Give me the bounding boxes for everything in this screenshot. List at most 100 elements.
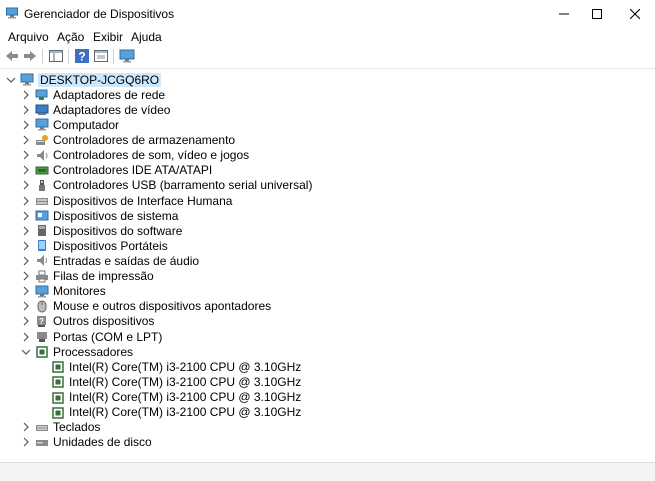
tree-category-label: Computador	[53, 117, 120, 132]
chevron-right-icon[interactable]	[21, 150, 31, 160]
forward-icon[interactable]	[22, 48, 38, 64]
tree-device[interactable]: Intel(R) Core(TM) i3-2100 CPU @ 3.10GHz	[51, 405, 301, 420]
tree-category[interactable]: Controladores de som, vídeo e jogos	[21, 148, 249, 163]
tree-category[interactable]: Teclados	[21, 420, 100, 435]
tree-category-label: Adaptadores de rede	[53, 87, 166, 102]
tree-category-label: Controladores de som, vídeo e jogos	[53, 148, 250, 163]
tree-category[interactable]: Entradas e saídas de áudio	[21, 253, 199, 268]
tree-category[interactable]: Filas de impressão	[21, 269, 154, 284]
tree-device-label: Intel(R) Core(TM) i3-2100 CPU @ 3.10GHz	[69, 390, 302, 404]
tree-category[interactable]: Computador	[21, 117, 119, 132]
tree-category[interactable]: Controladores IDE ATA/ATAPI	[21, 163, 212, 178]
tree-category[interactable]: Dispositivos Portáteis	[21, 238, 168, 253]
tree-category[interactable]: Adaptadores de vídeo	[21, 102, 170, 117]
chevron-right-icon[interactable]	[21, 241, 31, 251]
tree-category-label: Mouse e outros dispositivos apontadores	[53, 299, 272, 314]
chevron-right-icon[interactable]	[21, 286, 31, 296]
properties-pane-icon[interactable]	[48, 48, 64, 64]
menu-acao[interactable]: Ação	[57, 30, 84, 44]
svg-text:?: ?	[78, 50, 85, 64]
chevron-right-icon[interactable]	[21, 120, 31, 130]
view-details-icon[interactable]	[93, 48, 109, 64]
tree-category[interactable]: Adaptadores de rede	[21, 87, 165, 102]
unknown-device-icon: ?	[37, 315, 46, 327]
device-tree: DESKTOP-JCGQ6RO Adaptadores de rede Adapt…	[0, 70, 655, 460]
disk-drive-icon	[36, 439, 48, 446]
tree-category[interactable]: ? Outros dispositivos	[21, 314, 154, 329]
tree-root[interactable]: DESKTOP-JCGQ6RO	[6, 72, 162, 87]
minimize-button[interactable]	[547, 0, 581, 28]
tree-category[interactable]: Dispositivos de sistema	[21, 208, 178, 223]
menu-exibir[interactable]: Exibir	[93, 30, 123, 44]
chevron-right-icon[interactable]	[21, 422, 31, 432]
tree-device[interactable]: Intel(R) Core(TM) i3-2100 CPU @ 3.10GHz	[51, 390, 301, 405]
software-device-icon	[38, 225, 46, 237]
tree-category[interactable]: Dispositivos de Interface Humana	[21, 193, 232, 208]
chevron-right-icon[interactable]	[21, 271, 31, 281]
chevron-right-icon[interactable]	[21, 301, 31, 311]
printer-icon	[36, 270, 48, 283]
monitor-icon	[35, 285, 49, 298]
chevron-down-icon[interactable]	[21, 347, 31, 357]
chevron-right-icon[interactable]	[21, 332, 31, 342]
tree-category[interactable]: Dispositivos do software	[21, 223, 182, 238]
tree-category-label: Filas de impressão	[53, 269, 154, 284]
keyboard-icon	[36, 424, 48, 431]
toolbar-separator	[42, 49, 43, 64]
tree-category[interactable]: Mouse e outros dispositivos apontadores	[21, 299, 271, 314]
tree-category-label: Outros dispositivos	[53, 314, 155, 329]
tree-category[interactable]: Unidades de disco	[21, 435, 152, 450]
chevron-down-icon[interactable]	[6, 75, 16, 85]
tree-device[interactable]: Intel(R) Core(TM) i3-2100 CPU @ 3.10GHz	[51, 374, 301, 389]
chevron-right-icon[interactable]	[21, 196, 31, 206]
system-device-icon	[35, 210, 49, 221]
processor-icon	[36, 346, 48, 358]
menu-ajuda[interactable]: Ajuda	[131, 30, 162, 44]
tree-category[interactable]: Monitores	[21, 284, 106, 299]
svg-text:?: ?	[39, 317, 44, 326]
tree-category-label: Dispositivos Portáteis	[53, 238, 168, 253]
speaker-icon	[37, 149, 48, 161]
close-button[interactable]	[618, 0, 652, 28]
chevron-right-icon[interactable]	[21, 135, 31, 145]
tree-category[interactable]: Controladores USB (barramento serial uni…	[21, 178, 312, 193]
tree-category-label: Adaptadores de vídeo	[53, 102, 171, 117]
tree-category-label: Dispositivos de sistema	[53, 208, 179, 223]
maximize-icon	[592, 9, 602, 19]
tree-category[interactable]: Controladores de armazenamento	[21, 133, 235, 148]
chevron-right-icon[interactable]	[21, 256, 31, 266]
tree-device-label: Intel(R) Core(TM) i3-2100 CPU @ 3.10GHz	[69, 359, 302, 374]
help-icon[interactable]: ?	[74, 48, 90, 64]
tree-category[interactable]: Processadores	[21, 344, 133, 359]
mouse-icon	[37, 300, 47, 313]
portable-device-icon	[38, 240, 46, 252]
tree-category-label: Controladores de armazenamento	[53, 133, 236, 147]
title-bar: Gerenciador de Dispositivos	[0, 0, 655, 28]
tree-device[interactable]: Intel(R) Core(TM) i3-2100 CPU @ 3.10GHz	[51, 359, 301, 374]
chevron-right-icon[interactable]	[21, 105, 31, 115]
minimize-icon	[559, 13, 569, 15]
scan-monitor-icon[interactable]	[119, 48, 135, 64]
storage-controller-icon	[36, 134, 48, 145]
chevron-right-icon[interactable]	[21, 211, 31, 221]
maximize-button[interactable]	[580, 0, 614, 28]
back-icon[interactable]	[4, 48, 20, 64]
menu-arquivo[interactable]: Arquivo	[8, 30, 49, 44]
processor-icon	[52, 376, 64, 389]
processor-icon	[52, 361, 64, 374]
tree-category[interactable]: Portas (COM e LPT)	[21, 329, 162, 344]
chevron-right-icon[interactable]	[21, 437, 31, 447]
computer-icon	[35, 118, 49, 131]
chevron-right-icon[interactable]	[21, 180, 31, 190]
tree-category-label: Unidades de disco	[53, 435, 152, 450]
chevron-right-icon[interactable]	[21, 90, 31, 100]
window-title: Gerenciador de Dispositivos	[24, 7, 175, 21]
tree-category-label: Controladores IDE ATA/ATAPI	[53, 163, 213, 178]
tree-category-label: Monitores	[53, 284, 106, 299]
chevron-right-icon[interactable]	[21, 226, 31, 236]
status-bar	[0, 462, 655, 481]
usb-icon	[39, 179, 45, 191]
chevron-right-icon[interactable]	[21, 316, 31, 326]
port-icon	[37, 332, 47, 342]
chevron-right-icon[interactable]	[21, 165, 31, 175]
